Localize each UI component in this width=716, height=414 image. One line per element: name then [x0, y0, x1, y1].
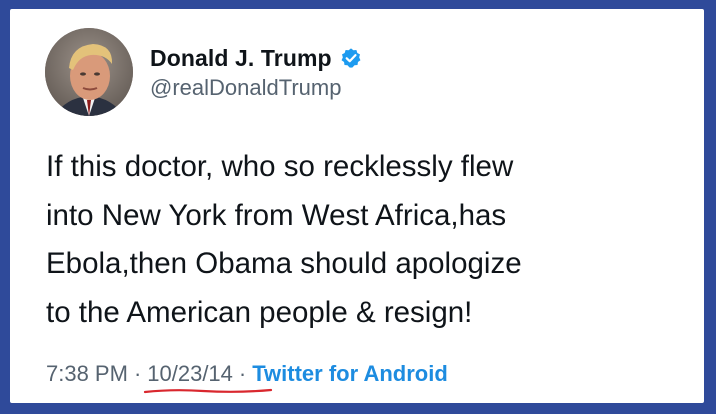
tweet-text-line: If this doctor, who so recklessly flew	[46, 150, 514, 183]
tweet-text-line: Ebola,then Obama should apologize	[46, 247, 522, 280]
blue-border-frame: Donald J. Trump @realDonaldTrump If this…	[0, 0, 716, 414]
avatar-image	[45, 28, 133, 116]
user-handle[interactable]: @realDonaldTrump	[150, 75, 362, 101]
tweet-metadata: 7:38 PM · 10/23/14 · Twitter for Android	[46, 361, 448, 394]
tweet-date-text: 10/23/14	[147, 361, 233, 386]
source-link[interactable]: Twitter for Android	[252, 361, 448, 387]
display-name[interactable]: Donald J. Trump	[150, 45, 332, 72]
tweet-card: Donald J. Trump @realDonaldTrump If this…	[10, 9, 704, 403]
tweet-date[interactable]: 10/23/14	[144, 361, 273, 394]
avatar[interactable]	[45, 28, 133, 116]
tweet-text: If this doctor, who so recklessly flew i…	[46, 143, 696, 337]
tweet-text-line: into New York from West Africa,has	[46, 198, 507, 232]
author-block: Donald J. Trump @realDonaldTrump	[150, 43, 362, 101]
red-underline-mark	[144, 388, 273, 394]
tweet-time[interactable]: 7:38 PM	[46, 361, 128, 387]
separator-dot: ·	[133, 361, 142, 386]
separator-dot: ·	[238, 361, 247, 386]
tweet-text-line: to the American people & resign!	[46, 295, 473, 329]
verified-badge-icon	[340, 47, 362, 69]
name-row: Donald J. Trump	[150, 43, 362, 73]
